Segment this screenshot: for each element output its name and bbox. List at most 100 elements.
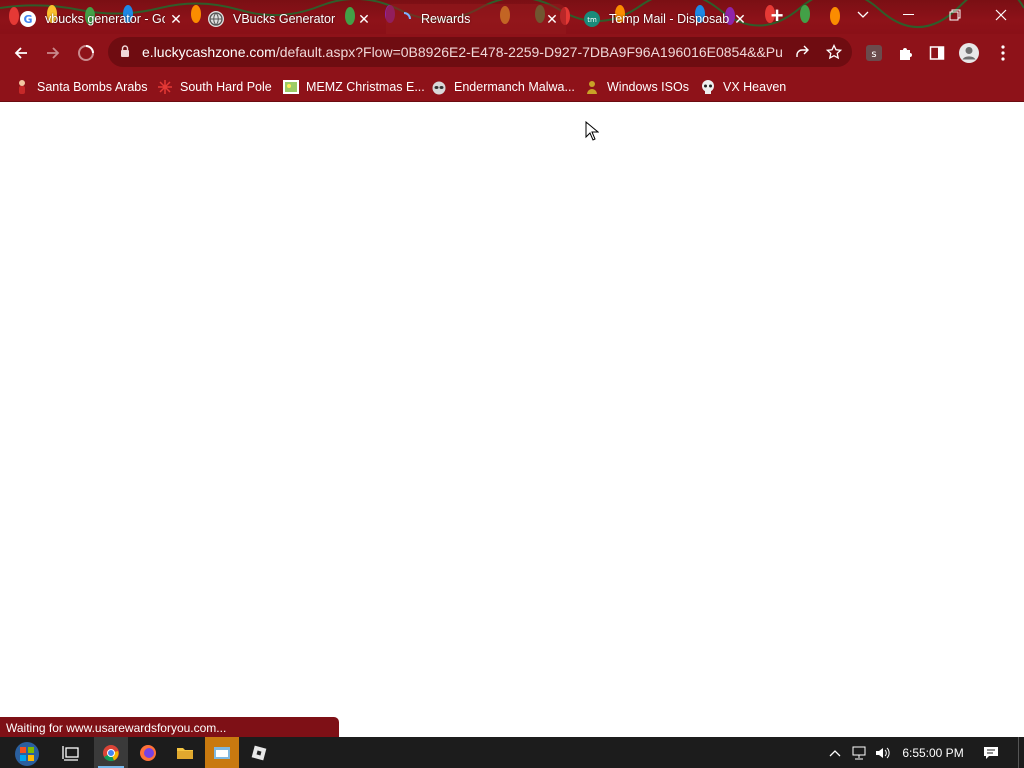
tempmail-icon: tm	[584, 11, 600, 27]
close-tab-icon[interactable]: ✕	[544, 11, 560, 27]
close-window-button[interactable]	[978, 0, 1024, 30]
app-window-icon	[214, 746, 230, 759]
action-center-button[interactable]	[978, 737, 1004, 768]
bookmark-memz-christmas[interactable]: MEMZ Christmas E...	[283, 77, 425, 97]
taskbar-firefox[interactable]	[131, 737, 165, 768]
chrome-icon	[103, 744, 119, 761]
network-button[interactable]	[848, 737, 870, 768]
svg-text:s: s	[871, 49, 876, 60]
taskbar-file-explorer[interactable]	[168, 737, 202, 768]
minimize-icon	[903, 14, 914, 15]
bookmark-south-hard-pole[interactable]: South Hard Pole	[157, 77, 272, 97]
bookmark-endermanch-malware[interactable]: Endermanch Malwa...	[431, 77, 575, 97]
firefox-icon	[140, 744, 156, 761]
new-tab-button[interactable]: +	[766, 5, 788, 28]
menu-button[interactable]	[993, 43, 1013, 63]
speaker-icon	[876, 747, 890, 758]
bookmark-label: Windows ISOs	[607, 80, 689, 94]
browser-toolbar: e.luckycashzone.com/default.aspx?Flow=0B…	[0, 34, 1024, 71]
clock[interactable]: 6:55:00 PM	[898, 737, 968, 768]
tab-rewards[interactable]: Rewards ✕	[386, 4, 566, 34]
bookmark-label: VX Heaven	[723, 80, 787, 94]
tab-strip: G vbucks generator - Go ✕ VBucks Generat…	[0, 0, 1024, 34]
folder-icon	[177, 747, 193, 759]
address-bar[interactable]: e.luckycashzone.com/default.aspx?Flow=0B…	[108, 37, 852, 67]
tab-title: Rewards	[421, 12, 471, 26]
minimize-button[interactable]	[886, 0, 932, 30]
url-host: e.luckycashzone.com	[142, 44, 276, 60]
stop-button[interactable]	[73, 40, 99, 66]
start-button[interactable]	[6, 737, 48, 768]
share-icon	[796, 45, 809, 57]
notifications-icon	[984, 746, 998, 759]
windows-taskbar: 6:55:00 PM	[0, 737, 1024, 768]
close-tab-icon[interactable]: ✕	[732, 11, 748, 27]
side-panel-button[interactable]	[927, 43, 947, 63]
page-content-blank[interactable]	[0, 103, 1024, 737]
network-icon	[852, 746, 866, 759]
extension-s-button[interactable]: s	[864, 43, 884, 63]
bookmarks-bar: Santa Bombs Arabs South Hard Pole MEMZ C…	[0, 71, 1024, 102]
svg-text:G: G	[23, 13, 32, 25]
restore-icon	[949, 9, 961, 21]
bookmark-vx-heaven[interactable]: VX Heaven	[700, 77, 786, 97]
tab-title: vbucks generator - Go	[45, 12, 165, 26]
taskbar-roblox[interactable]	[242, 737, 276, 768]
bookmark-label: MEMZ Christmas E...	[306, 80, 425, 94]
snowflake-icon	[157, 79, 173, 95]
url-text[interactable]: e.luckycashzone.com/default.aspx?Flow=0B…	[142, 44, 782, 60]
tab-title: Temp Mail - Disposab	[609, 12, 729, 26]
status-bubble: Waiting for www.usarewardsforyou.com...	[0, 717, 339, 738]
image-icon	[283, 79, 299, 95]
bookmark-windows-isos[interactable]: Windows ISOs	[584, 77, 689, 97]
star-icon	[826, 44, 842, 60]
globe-icon	[208, 11, 224, 27]
tab-temp-mail[interactable]: tm Temp Mail - Disposab ✕	[574, 4, 754, 34]
avatar-icon	[959, 43, 979, 63]
lock-icon[interactable]	[120, 45, 130, 58]
bookmark-star-button[interactable]	[824, 42, 844, 62]
show-hidden-icons-button[interactable]	[826, 737, 844, 768]
tab-title: VBucks Generator	[233, 12, 336, 26]
forward-button[interactable]	[40, 40, 66, 66]
arrow-right-icon	[47, 47, 60, 59]
extensions-button[interactable]	[896, 43, 916, 63]
profile-button[interactable]	[958, 42, 980, 64]
side-panel-icon	[929, 46, 945, 60]
santa-icon	[14, 79, 30, 95]
mouse-cursor-icon	[585, 121, 599, 141]
chevron-up-icon	[829, 749, 841, 756]
show-desktop-button[interactable]	[1018, 737, 1024, 768]
taskbar-app-highlighted[interactable]	[205, 737, 239, 768]
loading-spinner-icon	[78, 45, 94, 61]
bookmark-santa-bombs-arabs[interactable]: Santa Bombs Arabs	[14, 77, 147, 97]
puzzle-icon	[900, 48, 912, 60]
close-icon	[995, 9, 1007, 21]
close-tab-icon[interactable]: ✕	[356, 11, 372, 27]
close-tab-icon[interactable]: ✕	[168, 11, 184, 27]
taskbar-chrome[interactable]	[94, 737, 128, 768]
volume-button[interactable]	[872, 737, 894, 768]
kebab-menu-icon	[1001, 45, 1005, 61]
windows-iso-icon	[584, 79, 600, 95]
tab-vbucks-generator[interactable]: VBucks Generator ✕	[198, 4, 378, 34]
windows-start-orb-icon	[15, 741, 39, 766]
task-view-button[interactable]	[54, 737, 88, 768]
bookmark-label: Endermanch Malwa...	[454, 80, 575, 94]
back-button[interactable]	[8, 40, 34, 66]
restore-button[interactable]	[932, 0, 978, 30]
arrow-left-icon	[14, 47, 27, 59]
bookmark-label: South Hard Pole	[180, 80, 272, 94]
loading-icon	[396, 11, 412, 27]
svg-text:tm: tm	[587, 16, 597, 24]
tab-search-button[interactable]	[840, 0, 886, 30]
task-view-icon	[62, 745, 79, 761]
chevron-down-icon	[857, 11, 869, 18]
extension-s-icon: s	[866, 45, 882, 61]
bookmark-label: Santa Bombs Arabs	[37, 80, 148, 94]
google-icon: G	[20, 11, 36, 27]
raccoon-icon	[431, 79, 447, 95]
url-path: /default.aspx?Flow=0B8926E2-E478-2259-D9…	[275, 44, 782, 60]
share-button[interactable]	[792, 42, 812, 62]
tab-vbucks-generator-google[interactable]: G vbucks generator - Go ✕	[10, 4, 190, 34]
